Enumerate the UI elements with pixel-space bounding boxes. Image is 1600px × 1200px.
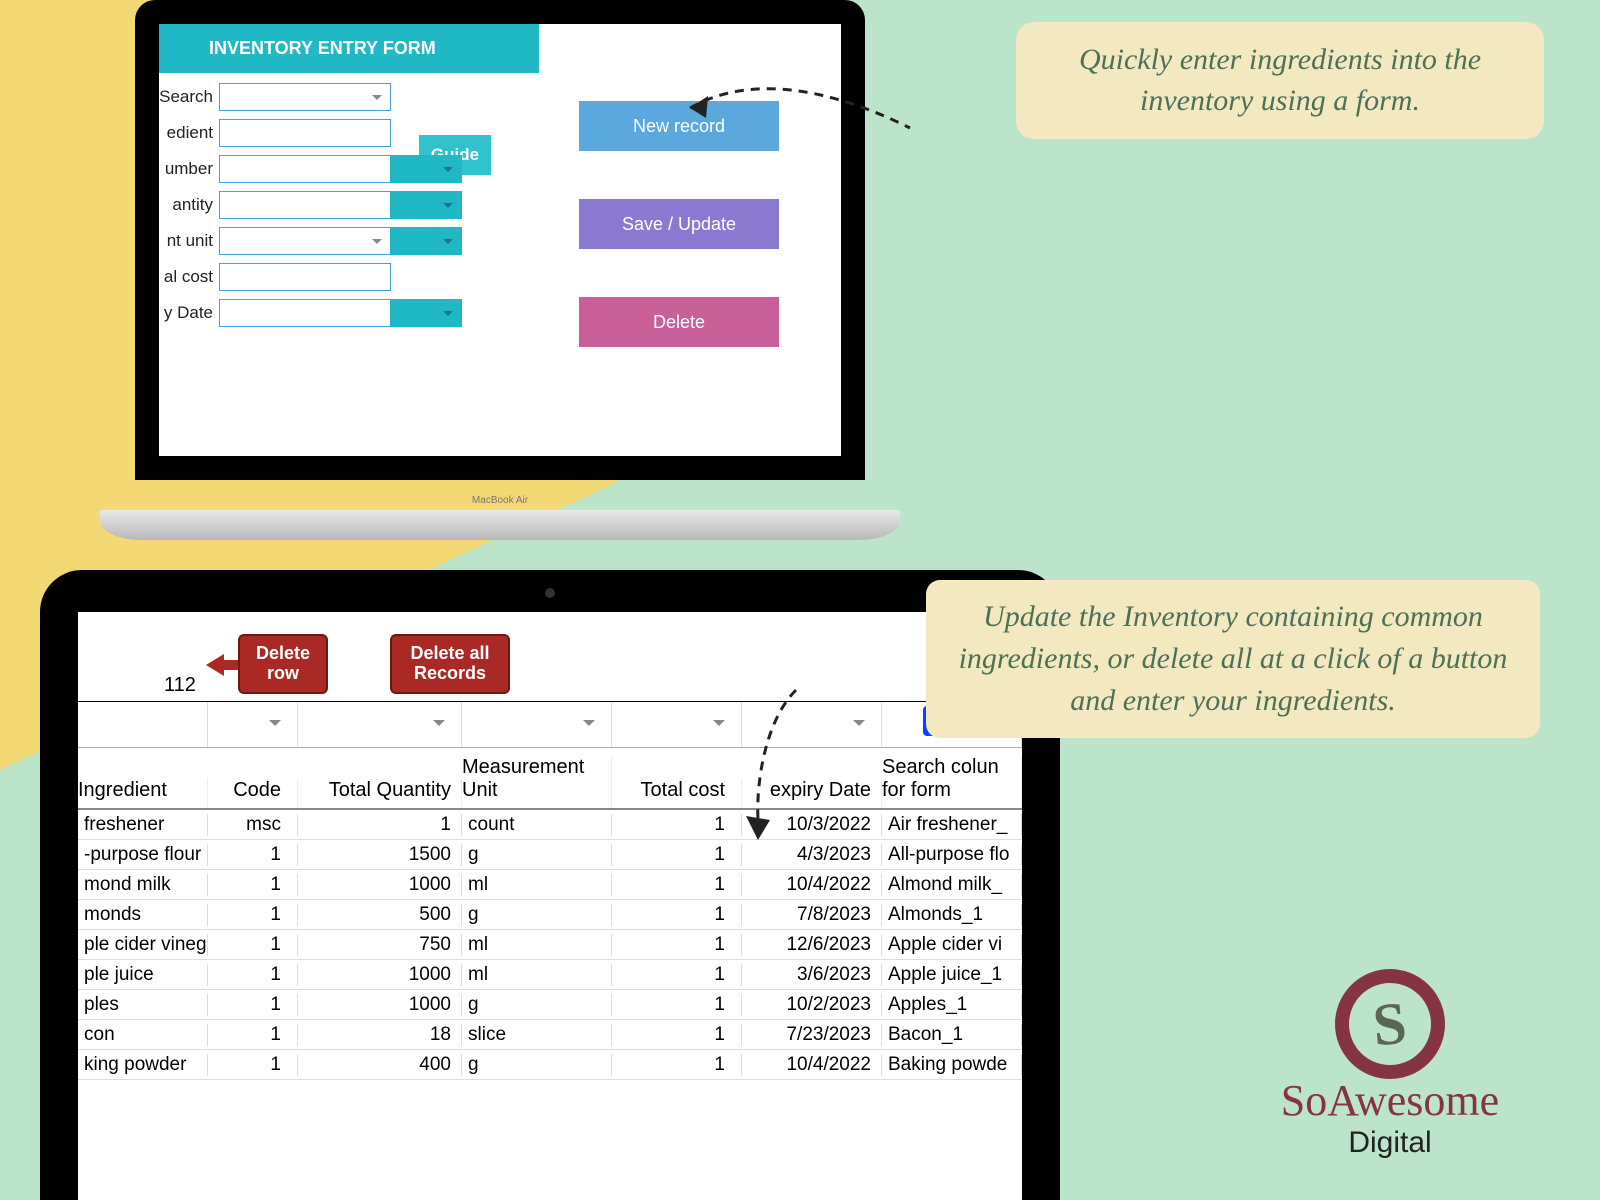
col-header: Ingredient	[78, 779, 208, 808]
brand-sub: Digital	[1240, 1126, 1540, 1160]
ingredient-input[interactable]	[219, 119, 391, 147]
label-expiry: y Date	[159, 303, 219, 323]
delete-row-button[interactable]: Delete row	[238, 634, 328, 694]
arrow-left-icon	[206, 654, 242, 676]
table-row[interactable]: freshenermsc1count110/3/2022Air freshene…	[78, 810, 1022, 840]
quantity-dropdown[interactable]	[390, 191, 462, 219]
delete-all-button[interactable]: Delete all Records	[390, 634, 510, 694]
col-header: Code	[208, 779, 298, 808]
form-title: INVENTORY ENTRY FORM	[159, 24, 539, 73]
callout-1: Quickly enter ingredients into the inven…	[1020, 26, 1540, 135]
record-count: 112	[164, 674, 196, 697]
filter-dropdown[interactable]	[612, 702, 742, 747]
laptop-base	[100, 510, 900, 540]
filter-dropdown[interactable]	[298, 702, 462, 747]
table-row[interactable]: ple juice11000ml13/6/2023Apple juice_1	[78, 960, 1022, 990]
label-number: umber	[159, 159, 219, 179]
search-dropdown[interactable]	[219, 83, 391, 111]
arrow-icon	[670, 78, 930, 158]
callout-2: Update the Inventory containing common i…	[926, 580, 1540, 738]
filter-dropdown[interactable]	[208, 702, 298, 747]
table-row[interactable]: ples11000g110/2/2023Apples_1	[78, 990, 1022, 1020]
label-quantity: antity	[159, 195, 219, 215]
table-row[interactable]: con118slice17/23/2023Bacon_1	[78, 1020, 1022, 1050]
laptop-mockup-2: 112 Delete row Delete all Records A - Z …	[40, 570, 1060, 1200]
table-row[interactable]: mond milk11000ml110/4/2022Almond milk_	[78, 870, 1022, 900]
camera-icon	[545, 588, 555, 598]
col-header: Total Quantity	[298, 779, 462, 808]
label-ingredient: edient	[159, 123, 219, 143]
col-header: Search colun for form	[882, 756, 1022, 808]
arrow-icon	[736, 680, 816, 850]
table-row[interactable]: monds1500g17/8/2023Almonds_1	[78, 900, 1022, 930]
col-header: Total cost	[612, 779, 742, 808]
unit-select[interactable]	[219, 227, 391, 255]
label-cost: al cost	[159, 267, 219, 287]
header-row: Ingredient Code Total Quantity Measureme…	[78, 748, 1022, 810]
cost-input[interactable]	[219, 263, 391, 291]
label-search: Search	[159, 87, 219, 107]
delete-button[interactable]: Delete	[579, 297, 779, 347]
filter-cell[interactable]	[78, 702, 208, 747]
brand-logo: S SoAwesome Digital	[1240, 969, 1540, 1160]
quantity-input[interactable]	[219, 191, 391, 219]
filter-dropdown[interactable]	[462, 702, 612, 747]
filter-row: A - Z	[78, 702, 1022, 748]
unit-dropdown[interactable]	[390, 227, 462, 255]
save-update-button[interactable]: Save / Update	[579, 199, 779, 249]
number-input[interactable]	[219, 155, 391, 183]
table-row[interactable]: ple cider vineg1750ml112/6/2023Apple cid…	[78, 930, 1022, 960]
number-dropdown[interactable]	[390, 155, 462, 183]
table-row[interactable]: king powder1400g110/4/2022Baking powde	[78, 1050, 1022, 1080]
label-unit: nt unit	[159, 231, 219, 251]
brand-name: SoAwesome	[1240, 1075, 1540, 1126]
col-header: Measurement Unit	[462, 756, 612, 808]
expiry-dropdown[interactable]	[390, 299, 462, 327]
laptop-brand-label: MacBook Air	[472, 495, 528, 506]
table-row[interactable]: -purpose flour11500g14/3/2023All-purpose…	[78, 840, 1022, 870]
expiry-input[interactable]	[219, 299, 391, 327]
